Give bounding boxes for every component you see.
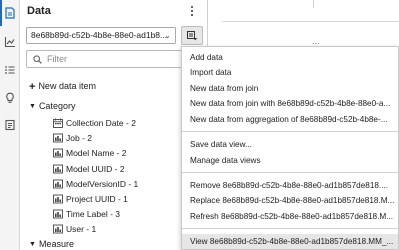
menu-item-new-data-from-aggregation[interactable]: New data from aggregation of 8e68b89d-c5… bbox=[182, 112, 398, 127]
data-panel: Data 8e68b89d-c52b-4b8e-88e0-ad1b8... ⌄ … bbox=[20, 0, 208, 250]
data-source-select[interactable]: 8e68b89d-c52b-4b8e-88e0-ad1b8... ⌄ bbox=[26, 27, 176, 44]
filter-field[interactable] bbox=[26, 50, 202, 68]
measure-group-header[interactable]: ▼ Measure bbox=[29, 239, 74, 249]
category-icon bbox=[53, 224, 63, 234]
new-data-item-label: New data item bbox=[38, 81, 96, 91]
canvas-divider bbox=[313, 0, 314, 8]
category-item-label: ModelVersionID - 1 bbox=[66, 178, 139, 189]
menu-item-add-data[interactable]: Add data bbox=[182, 50, 398, 65]
measure-label: Measure bbox=[38, 239, 74, 249]
canvas-rule bbox=[222, 21, 399, 22]
menu-item-remove[interactable]: Remove 8e68b89d-c52b-4b8e-88e0-ad1b857de… bbox=[182, 178, 398, 193]
category-item-label: Model Name - 2 bbox=[66, 148, 127, 159]
more-options-icon[interactable] bbox=[188, 5, 196, 17]
category-icon bbox=[53, 164, 63, 174]
filter-input[interactable] bbox=[47, 52, 197, 66]
category-item-label: Collection Date - 2 bbox=[66, 118, 136, 128]
category-item-label: Model UUID - 2 bbox=[66, 163, 125, 174]
calendar-icon bbox=[53, 118, 63, 128]
category-icon bbox=[53, 209, 63, 219]
category-item-label: User - 1 bbox=[66, 224, 97, 235]
menu-separator bbox=[182, 131, 398, 132]
new-data-item-button[interactable]: + New data item bbox=[29, 80, 96, 93]
collapse-caret-icon: ▼ bbox=[29, 241, 36, 248]
plus-icon: + bbox=[29, 81, 36, 93]
rail-active-indicator bbox=[0, 0, 2, 26]
menu-item-new-data-from-join-with[interactable]: New data from join with 8e68b89d-c52b-4b… bbox=[182, 96, 398, 111]
chart-icon[interactable] bbox=[4, 36, 16, 48]
menu-item-view[interactable]: View 8e68b89d-c52b-4b8e-88e0-ad1b857de81… bbox=[182, 234, 398, 249]
menu-separator bbox=[182, 228, 398, 229]
chevron-down-icon: ⌄ bbox=[164, 31, 171, 40]
category-item-label: Project UUID - 1 bbox=[66, 194, 128, 204]
data-source-menu-icon bbox=[187, 31, 198, 41]
category-item-label: Time Label - 3 bbox=[66, 209, 121, 220]
menu-item-save-data-view[interactable]: Save data view... bbox=[182, 137, 398, 152]
left-rail bbox=[0, 0, 20, 250]
category-icon bbox=[53, 148, 63, 158]
menu-item-manage-data-views[interactable]: Manage data views bbox=[182, 153, 398, 168]
data-icon[interactable] bbox=[4, 7, 16, 19]
data-source-menu-button[interactable] bbox=[181, 26, 203, 45]
category-icon bbox=[53, 133, 63, 143]
menu-item-replace[interactable]: Replace 8e68b89d-c52b-4b8e-88e0-ad1b857d… bbox=[182, 193, 398, 208]
data-source-menu: Add data Import data New data from join … bbox=[181, 46, 399, 250]
report-icon[interactable] bbox=[4, 119, 16, 131]
category-group-header[interactable]: ▼ Category bbox=[29, 101, 75, 111]
menu-item-refresh[interactable]: Refresh 8e68b89d-c52b-4b8e-88e0-ad1b857d… bbox=[182, 209, 398, 224]
canvas-ellipsis: ... bbox=[312, 36, 320, 46]
app-window: Data 8e68b89d-c52b-4b8e-88e0-ad1b8... ⌄ … bbox=[0, 0, 399, 250]
menu-item-new-data-from-join[interactable]: New data from join bbox=[182, 81, 398, 96]
category-icon bbox=[53, 194, 63, 204]
menu-item-import-data[interactable]: Import data bbox=[182, 65, 398, 80]
menu-separator bbox=[182, 172, 398, 173]
panel-title: Data bbox=[27, 5, 51, 17]
category-item-label: Job - 2 bbox=[66, 133, 92, 144]
list-icon[interactable] bbox=[4, 64, 16, 76]
category-icon bbox=[53, 179, 63, 189]
lightbulb-icon[interactable] bbox=[4, 92, 16, 104]
category-label: Category bbox=[38, 101, 76, 111]
search-icon bbox=[33, 55, 42, 64]
data-source-value: 8e68b89d-c52b-4b8e-88e0-ad1b8... bbox=[31, 30, 168, 40]
collapse-caret-icon: ▼ bbox=[29, 103, 36, 110]
